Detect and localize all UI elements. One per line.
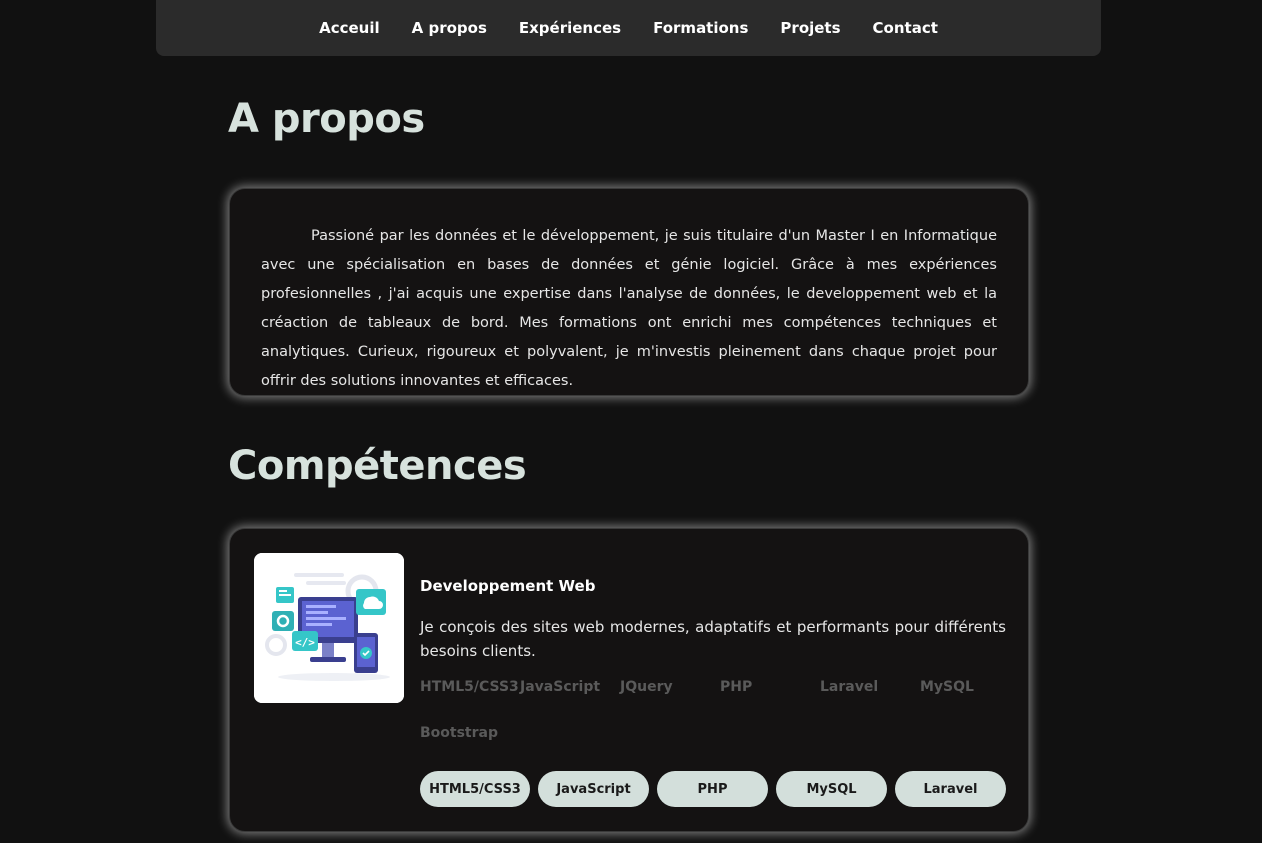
tech-pill-list: HTML5/CSS3 JavaScript PHP MySQL Laravel (420, 771, 1006, 807)
skill-card-description: Je conçois des sites web modernes, adapt… (420, 618, 1006, 660)
web-development-illustration: </> (254, 553, 404, 703)
tech-item: Laravel (820, 679, 879, 695)
tech-pill-javascript[interactable]: JavaScript (538, 771, 649, 807)
about-heading: A propos (228, 96, 425, 142)
skill-card-web-dev: </> Developpement Web Je conçois des sit… (229, 528, 1029, 832)
tech-item: HTML5/CSS3 (420, 679, 519, 695)
svg-text:</>: </> (295, 636, 315, 649)
nav-link-a-propos[interactable]: A propos (412, 19, 487, 37)
tech-item: MySQL (920, 679, 974, 695)
tech-pill-html-css[interactable]: HTML5/CSS3 (420, 771, 530, 807)
tech-item: JavaScript (520, 679, 601, 695)
skills-heading: Compétences (228, 443, 527, 489)
skill-card-title: Developpement Web (420, 577, 596, 595)
tech-pill-mysql[interactable]: MySQL (776, 771, 887, 807)
tech-item: Bootstrap (420, 725, 498, 741)
top-navbar: Acceuil A propos Expériences Formations … (156, 0, 1101, 56)
nav-link-acceuil[interactable]: Acceuil (319, 19, 380, 37)
about-text: Passioné par les données et le développe… (261, 228, 997, 389)
nav-link-formations[interactable]: Formations (653, 19, 748, 37)
nav-link-experiences[interactable]: Expériences (519, 19, 621, 37)
nav-link-projets[interactable]: Projets (780, 19, 840, 37)
tech-pill-php[interactable]: PHP (657, 771, 768, 807)
tech-pill-laravel[interactable]: Laravel (895, 771, 1006, 807)
about-card: Passioné par les données et le développe… (229, 188, 1029, 396)
web-dev-illustration-icon: </> (254, 553, 404, 703)
nav-link-contact[interactable]: Contact (873, 19, 938, 37)
tech-item: JQuery (620, 679, 673, 695)
tech-item: PHP (720, 679, 753, 695)
